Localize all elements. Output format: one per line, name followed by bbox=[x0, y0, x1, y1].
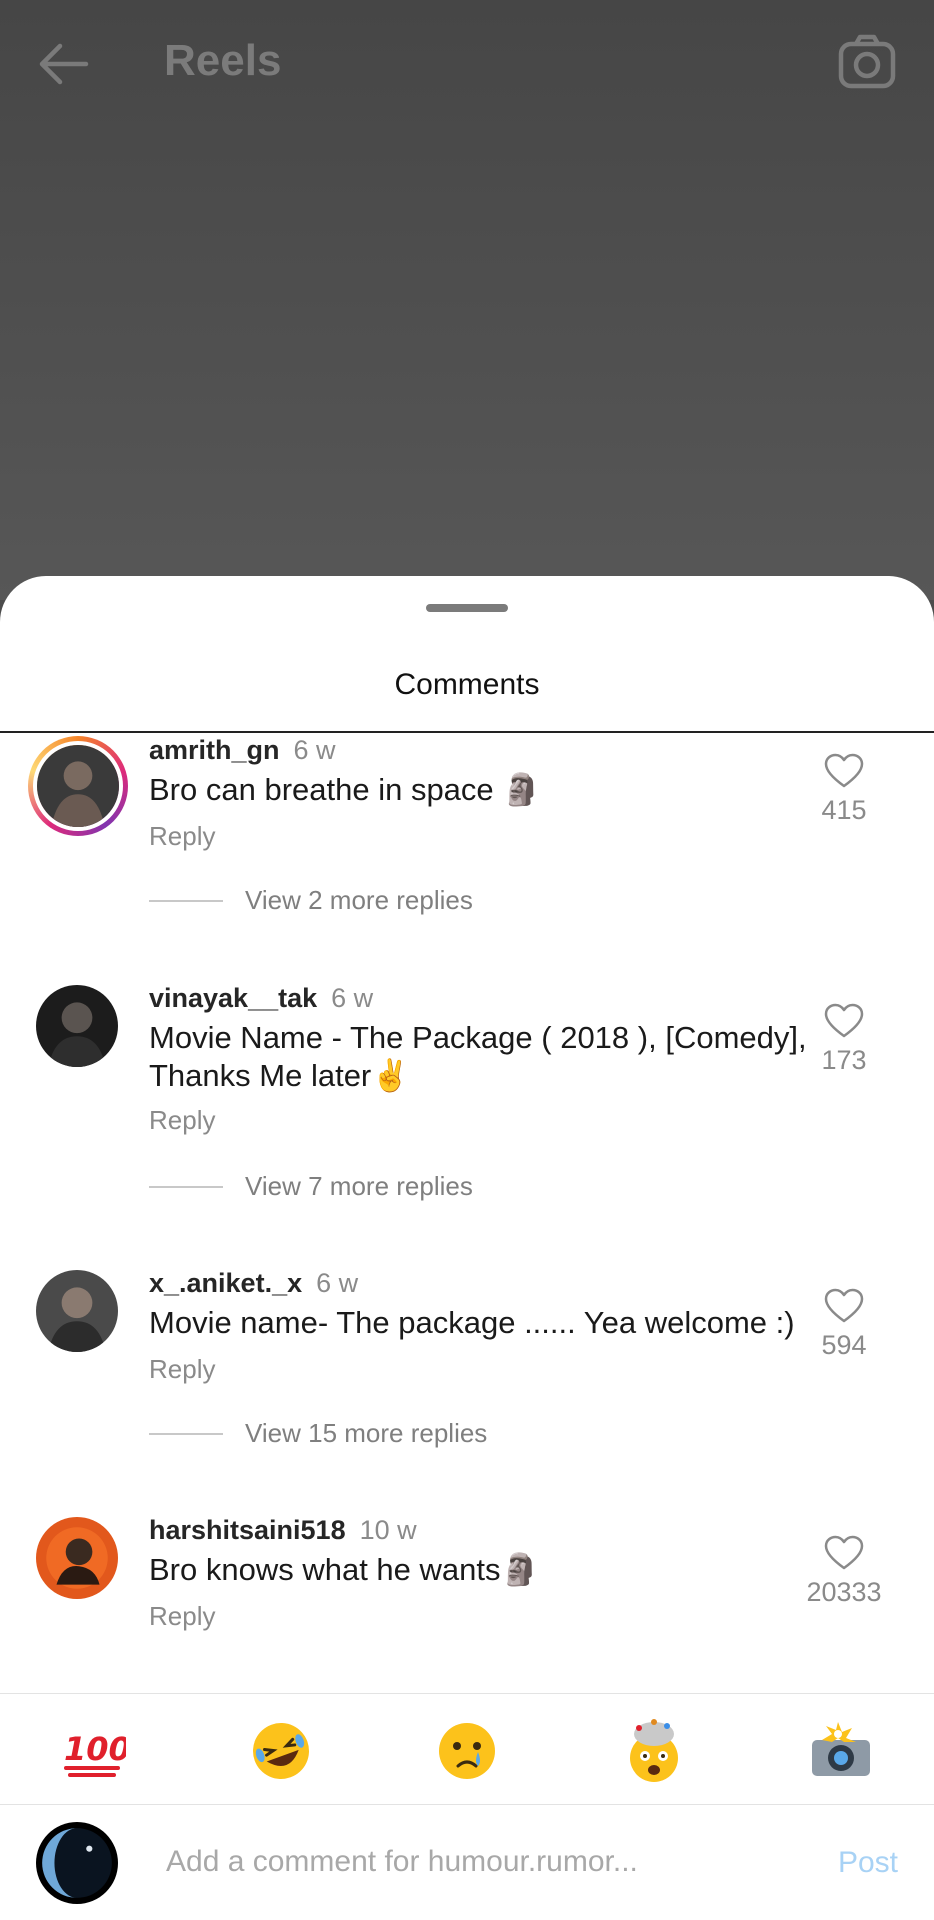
exploding-head-emoji-button[interactable] bbox=[619, 1716, 689, 1786]
reply-button[interactable]: Reply bbox=[149, 821, 215, 852]
comment-time: 10 w bbox=[359, 1515, 417, 1545]
like-control[interactable]: 173 bbox=[784, 1003, 904, 1076]
view-more-replies[interactable]: View 7 more replies bbox=[149, 1171, 473, 1202]
like-control[interactable]: 415 bbox=[784, 753, 904, 826]
heart-icon[interactable] bbox=[824, 753, 864, 789]
heart-icon[interactable] bbox=[824, 1288, 864, 1324]
crying-face-emoji-button[interactable] bbox=[432, 1716, 502, 1786]
camera-flash-emoji-button[interactable] bbox=[806, 1716, 876, 1786]
replies-divider bbox=[149, 1432, 223, 1435]
avatar[interactable] bbox=[36, 1517, 118, 1599]
comment-header: harshitsaini518 10 w bbox=[149, 1515, 417, 1546]
comment-text: Bro knows what he wants🗿 bbox=[149, 1552, 540, 1587]
view-more-replies[interactable]: View 15 more replies bbox=[149, 1418, 487, 1449]
sheet-title: Comments bbox=[394, 668, 540, 701]
hundred-points-emoji-button[interactable]: 100 bbox=[58, 1716, 128, 1786]
reply-button[interactable]: Reply bbox=[149, 1601, 215, 1632]
page-title: Reels bbox=[164, 36, 282, 85]
avatar[interactable] bbox=[28, 736, 128, 836]
replies-divider bbox=[149, 899, 223, 902]
view-replies-label: View 7 more replies bbox=[245, 1171, 473, 1201]
comments-list[interactable]: amrith_gn 6 w Bro can breathe in space 🗿 … bbox=[0, 733, 934, 1833]
comment-header: x_.aniket._x 6 w bbox=[149, 1268, 358, 1299]
comment-username[interactable]: vinayak__tak bbox=[149, 983, 317, 1013]
like-control[interactable]: 594 bbox=[784, 1288, 904, 1361]
current-user-avatar bbox=[36, 1822, 118, 1904]
comment-input-row: Post bbox=[0, 1806, 934, 1920]
svg-text:100: 100 bbox=[64, 1730, 126, 1768]
comment-input[interactable] bbox=[166, 1836, 686, 1888]
top-bar: Reels bbox=[0, 0, 934, 128]
replies-divider bbox=[149, 1185, 223, 1188]
like-count: 20333 bbox=[806, 1577, 882, 1607]
comment-time: 6 w bbox=[331, 983, 374, 1013]
comment-time: 6 w bbox=[293, 735, 336, 765]
avatar[interactable] bbox=[36, 1270, 118, 1352]
hundred-points-icon: 100 bbox=[64, 1730, 126, 1777]
comment-text: Movie name- The package ...... Yea welco… bbox=[149, 1305, 795, 1340]
view-replies-label: View 2 more replies bbox=[245, 885, 473, 915]
rolling-laughing-emoji-button[interactable] bbox=[246, 1716, 316, 1786]
avatar[interactable] bbox=[36, 985, 118, 1067]
like-count: 415 bbox=[821, 795, 867, 825]
camera-flash-icon bbox=[812, 1722, 870, 1776]
crying-face-icon bbox=[439, 1723, 495, 1779]
like-count: 594 bbox=[821, 1330, 867, 1360]
like-control[interactable]: 20333 bbox=[784, 1535, 904, 1608]
view-replies-label: View 15 more replies bbox=[245, 1418, 488, 1448]
reply-button[interactable]: Reply bbox=[149, 1354, 215, 1385]
heart-icon[interactable] bbox=[824, 1535, 864, 1571]
camera-icon[interactable] bbox=[838, 34, 896, 90]
heart-icon[interactable] bbox=[824, 1003, 864, 1039]
back-arrow-icon[interactable] bbox=[36, 40, 90, 88]
comment-text: Movie Name - The Package ( 2018 ), [Come… bbox=[149, 1020, 807, 1093]
post-button[interactable]: Post bbox=[838, 1846, 898, 1880]
comment-username[interactable]: harshitsaini518 bbox=[149, 1515, 346, 1545]
comment-header: amrith_gn 6 w bbox=[149, 735, 336, 766]
reply-button[interactable]: Reply bbox=[149, 1105, 215, 1136]
view-more-replies[interactable]: View 2 more replies bbox=[149, 885, 473, 916]
sheet-drag-handle[interactable] bbox=[426, 604, 508, 612]
comment-header: vinayak__tak 6 w bbox=[149, 983, 373, 1014]
comment-username[interactable]: x_.aniket._x bbox=[149, 1268, 302, 1298]
comment-text: Bro can breathe in space 🗿 bbox=[149, 772, 541, 807]
emoji-quick-bar: 100 bbox=[0, 1693, 934, 1805]
comment-time: 6 w bbox=[316, 1268, 359, 1298]
like-count: 173 bbox=[821, 1045, 867, 1075]
comment-username[interactable]: amrith_gn bbox=[149, 735, 280, 765]
exploding-head-icon bbox=[630, 1719, 678, 1782]
rolling-laughing-icon bbox=[253, 1723, 309, 1779]
